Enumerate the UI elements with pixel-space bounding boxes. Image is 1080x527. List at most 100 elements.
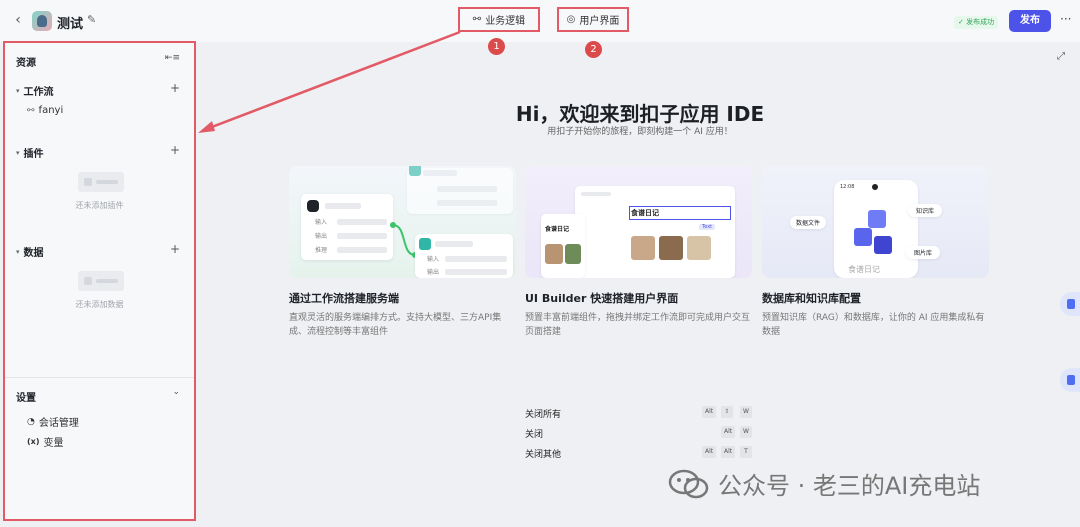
key-cap: T [740,446,752,458]
phone-preview: 食谱日记 [541,214,585,278]
tab-user-interface[interactable]: ◎ 用户界面 [557,7,629,32]
key-cap: W [740,406,752,418]
settings-item-variable[interactable]: (x) 变量 [27,434,63,449]
key-cap: Alt [702,406,717,418]
card-ui-builder[interactable]: 食谱日记 Text 食谱日记 [525,166,752,278]
start-node: 输入 输出 推理 [301,194,393,260]
database-icon [868,210,886,228]
section-settings[interactable]: 设置 [16,389,36,404]
welcome-title: Hi，欢迎来到扣子应用 IDE [515,102,765,126]
card-description: 直观灵活的服务端编排方式。支持大模型、三方API集成、流程控制等丰富组件 [289,313,502,337]
card-title: 通过工作流搭建服务端 [289,292,399,305]
tag-image-lib: 图片库 [906,246,941,259]
watermark: 公众号 · 老三的AI充电站 [668,466,980,501]
chevron-down-icon: ▾ [16,148,20,157]
key-cap: W [740,426,752,438]
app-avatar-icon [32,11,52,31]
bar [437,186,497,192]
chevron-down-icon: ▾ [16,86,20,95]
edit-icon[interactable]: ✎ [87,14,99,26]
phone-app-title: 食谱日记 [848,265,880,274]
empty-plugin-text: 还未添加插件 [75,201,124,210]
section-label: 插件 [23,149,44,160]
bot-icon [307,200,319,212]
bar [423,170,457,176]
card-title: UI Builder 快速搭建用户界面 [525,292,679,305]
section-label: 工作流 [23,87,54,98]
sidebar-title: 资源 [16,58,36,69]
text-tag: Text [699,224,716,230]
section-workflow[interactable]: ▾ 工作流 [16,83,54,99]
code-icon [419,238,431,250]
card-title: 数据库和知识库配置 [762,292,861,305]
shortcut-label: 关闭 [525,430,544,440]
infer-label: 推理 [315,247,328,254]
card-description: 预置知识库（RAG）和数据库，让你的 AI 应用集成私有数据 [762,313,985,337]
add-data-button[interactable]: + [170,242,180,256]
code-node: 输入 输出 [415,234,513,278]
bar [435,241,473,247]
annotation-badge-2: 2 [585,41,602,58]
workflow-icon: ⚯ [472,14,482,25]
app-title: 测试 [57,17,84,32]
section-data[interactable]: ▾ 数据 [16,244,44,260]
builder-window: 食谱日记 Text [575,186,735,278]
workflow-item-fanyi[interactable]: ⚯ fanyi [27,105,63,116]
bar [581,192,611,196]
shortcut-label: 关闭所有 [525,410,562,420]
food-image [545,244,563,264]
bar [325,203,361,209]
empty-data-text: 还未添加数据 [75,300,124,309]
wechat-icon [668,469,709,498]
publish-button[interactable]: 发布 [1009,10,1051,32]
variable-icon: (x) [27,437,40,446]
card-data-knowledge[interactable]: 12:08 食谱日记 数据文件 知识库 图片库 [762,166,989,278]
food-image [631,236,655,260]
bar [337,247,387,253]
settings-item-session[interactable]: ◔ 会话管理 [27,414,79,430]
tag-data-file: 数据文件 [790,216,827,229]
key-cap: Alt [721,426,736,438]
food-image [687,236,711,260]
item-label: fanyi [38,105,64,116]
food-image [659,236,683,260]
section-plugin[interactable]: ▾ 插件 [16,145,44,161]
resource-sidebar: 资源 ⇤≡ ▾ 工作流 + ⚯ fanyi ▾ 插件 + 还未添加插件 ▾ 数据… [3,41,196,521]
code-icon [409,166,421,176]
bar [437,200,497,206]
add-workflow-button[interactable]: + [170,81,180,95]
empty-plugin-illustration [78,172,124,192]
document-icon [854,228,872,246]
key-cap: Alt [721,446,736,458]
card-workflow[interactable]: 输入 输出 推理 输入 输出 [289,166,516,278]
tab-label: 用户界面 [579,16,620,27]
more-icon[interactable]: ··· [1060,12,1071,26]
input-label: 输入 [315,219,328,226]
collapse-icon[interactable]: ⇤≡ [165,53,180,63]
chevron-down-icon[interactable]: ⌄ [172,387,180,397]
empty-data-illustration [78,271,124,291]
selection-frame [629,206,731,220]
tab-business-logic[interactable]: ⚯ 业务逻辑 [458,7,540,32]
camera-icon [872,184,878,190]
status-text: 发布成功 [966,18,995,26]
bar [445,256,507,262]
add-plugin-button[interactable]: + [170,143,180,157]
phone-time: 12:08 [840,184,855,190]
expand-icon[interactable]: ⤢ [1057,51,1065,62]
key-cap: Alt [702,446,717,458]
chat-icon: ◔ [27,416,35,427]
key-cap: ⇧ [721,406,733,418]
output-label: 输出 [315,233,328,240]
annotation-badge-1: 1 [488,38,505,55]
floating-assistant-button[interactable] [1060,368,1080,392]
phone-title: 食谱日记 [545,226,570,233]
floating-assistant-button[interactable] [1060,292,1080,316]
node-box [407,166,513,214]
card-description: 预置丰富前端组件，拖拽并绑定工作流即可完成用户交互页面搭建 [525,313,751,337]
status-badge: ✓ 发布成功 [954,16,999,29]
section-label: 数据 [23,248,44,259]
back-icon[interactable]: ‹ [10,12,26,28]
workflow-icon: ⚯ [27,105,35,116]
tag-knowledge: 知识库 [908,204,943,217]
